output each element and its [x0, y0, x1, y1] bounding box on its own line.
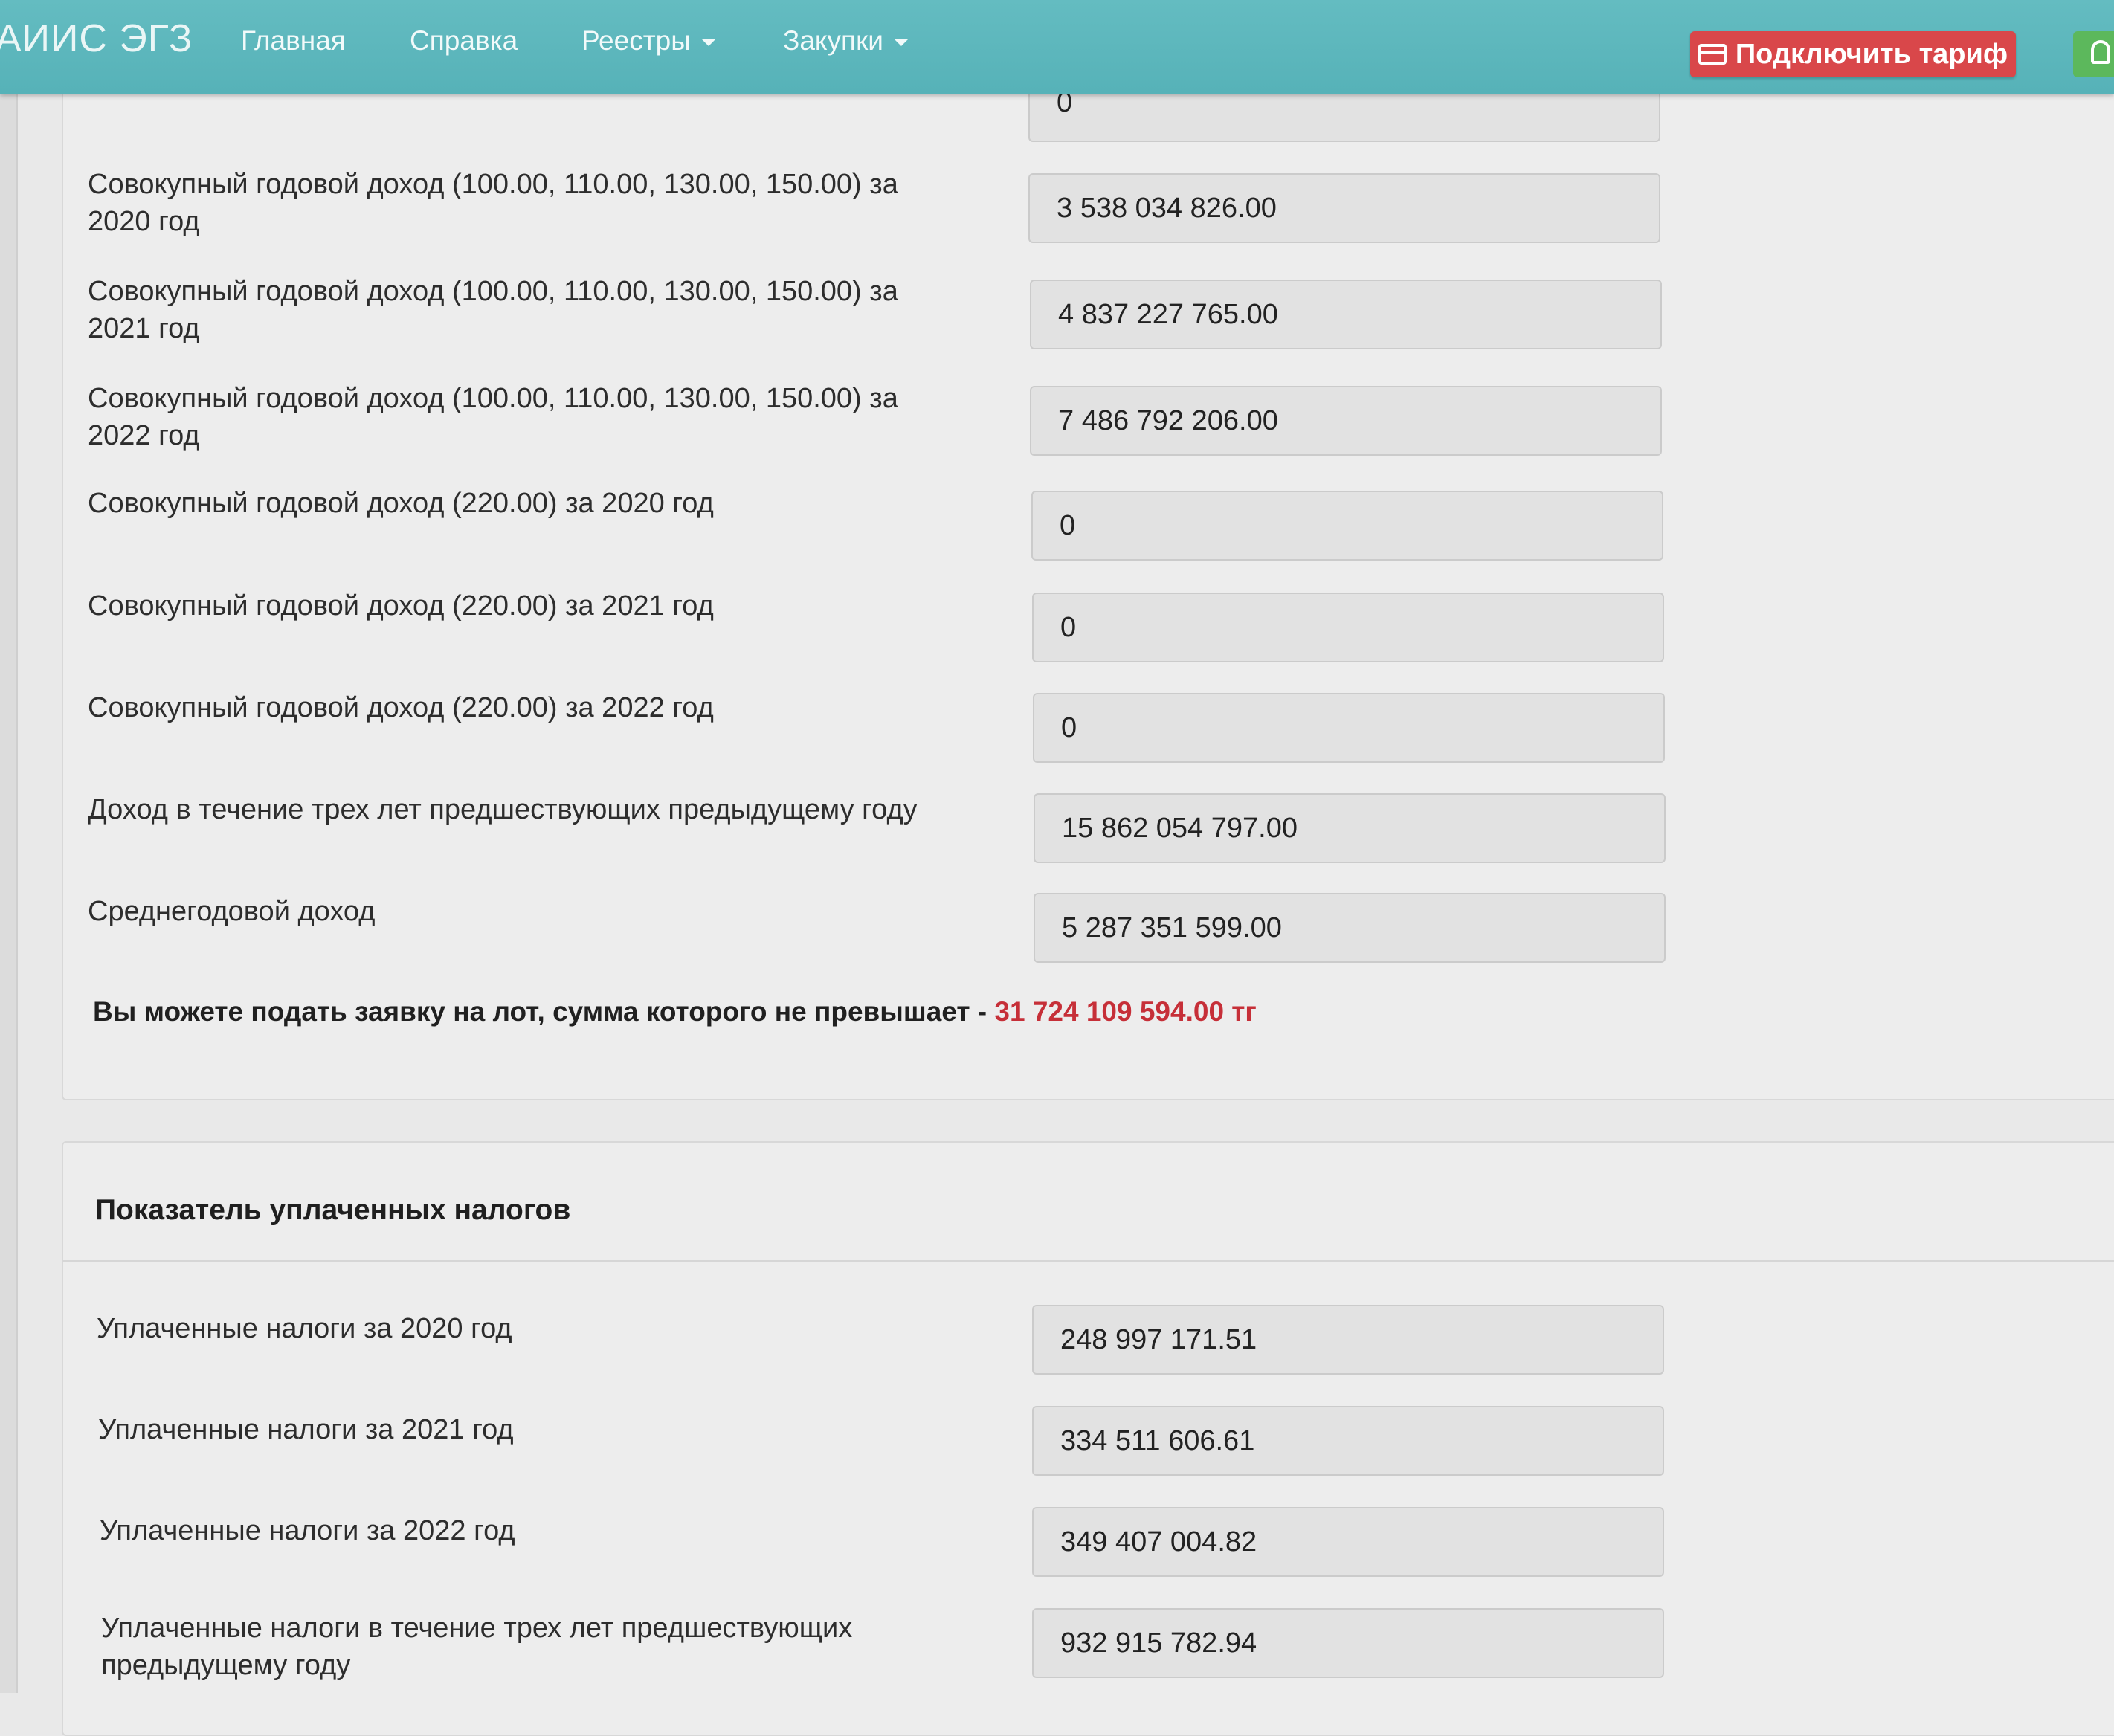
income-field-2021[interactable]: 4 837 227 765.00	[1030, 280, 1662, 349]
nav-registries-label: Реестры	[581, 25, 691, 56]
nav-help-label: Справка	[410, 25, 518, 56]
notifications-button[interactable]	[2073, 31, 2114, 77]
brand-logo[interactable]: АИИС ЭГЗ	[0, 16, 193, 61]
average-income-field[interactable]: 5 287 351 599.00	[1034, 893, 1666, 963]
tax-label-2021: Уплаченные налоги за 2021 год	[98, 1414, 514, 1445]
credit-card-icon	[1698, 44, 1727, 65]
tax-label-2020: Уплаченные налоги за 2020 год	[97, 1313, 512, 1344]
income220-label-2021: Совокупный годовой доход (220.00) за 202…	[88, 590, 714, 622]
nav-home[interactable]: Главная	[241, 25, 346, 57]
top-navbar: АИИС ЭГЗ Главная Справка Реестры Закупки…	[0, 0, 2114, 94]
income220-label-2020: Совокупный годовой доход (220.00) за 202…	[88, 488, 714, 519]
tax-field-2022[interactable]: 349 407 004.82	[1032, 1507, 1664, 1577]
income220-field-2022[interactable]: 0	[1033, 693, 1665, 763]
nav-help[interactable]: Справка	[410, 25, 518, 57]
three-year-income-field[interactable]: 15 862 054 797.00	[1034, 793, 1666, 863]
caret-down-icon	[700, 39, 716, 47]
three-year-income-label: Доход в течение трех лет предшествующих …	[88, 794, 918, 825]
connect-tariff-button[interactable]: Подключить тариф	[1690, 31, 2016, 77]
nav-purchases-label: Закупки	[783, 25, 883, 56]
connect-tariff-label: Подключить тариф	[1735, 38, 2008, 70]
income220-label-2022: Совокупный годовой доход (220.00) за 202…	[88, 692, 714, 723]
lot-limit-amount: 31 724 109 594.00 тг	[994, 996, 1257, 1027]
income-field-2020[interactable]: 3 538 034 826.00	[1028, 173, 1660, 243]
lot-limit-notice: Вы можете подать заявку на лот, сумма ко…	[93, 996, 1257, 1027]
income220-field-2020[interactable]: 0	[1031, 491, 1663, 561]
average-income-label: Среднегодовой доход	[88, 896, 376, 927]
income-field-2022[interactable]: 7 486 792 206.00	[1030, 386, 1662, 456]
section-divider	[62, 1260, 2114, 1262]
income-label-2021: Совокупный годовой доход (100.00, 110.00…	[88, 276, 898, 344]
tax-field-2021[interactable]: 334 511 606.61	[1032, 1406, 1664, 1476]
taxes-section-title: Показатель уплаченных налогов	[95, 1194, 571, 1226]
lot-limit-text: Вы можете подать заявку на лот, сумма ко…	[93, 996, 987, 1027]
tax-label-2022: Уплаченные налоги за 2022 год	[100, 1515, 515, 1546]
caret-down-icon	[893, 39, 909, 47]
bell-icon	[2091, 40, 2110, 64]
tax-three-year-field[interactable]: 932 915 782.94	[1032, 1608, 1664, 1678]
tax-three-year-label: Уплаченные налоги в течение трех лет пре…	[101, 1613, 853, 1681]
income-label-2020: Совокупный годовой доход (100.00, 110.00…	[88, 169, 898, 237]
nav-purchases-dropdown[interactable]: Закупки	[783, 25, 909, 57]
tax-field-2020[interactable]: 248 997 171.51	[1032, 1305, 1664, 1375]
nav-home-label: Главная	[241, 25, 346, 56]
income220-field-2021[interactable]: 0	[1032, 593, 1664, 662]
left-edge	[0, 0, 18, 1693]
nav-registries-dropdown[interactable]: Реестры	[581, 25, 716, 57]
income-label-2022: Совокупный годовой доход (100.00, 110.00…	[88, 383, 898, 451]
